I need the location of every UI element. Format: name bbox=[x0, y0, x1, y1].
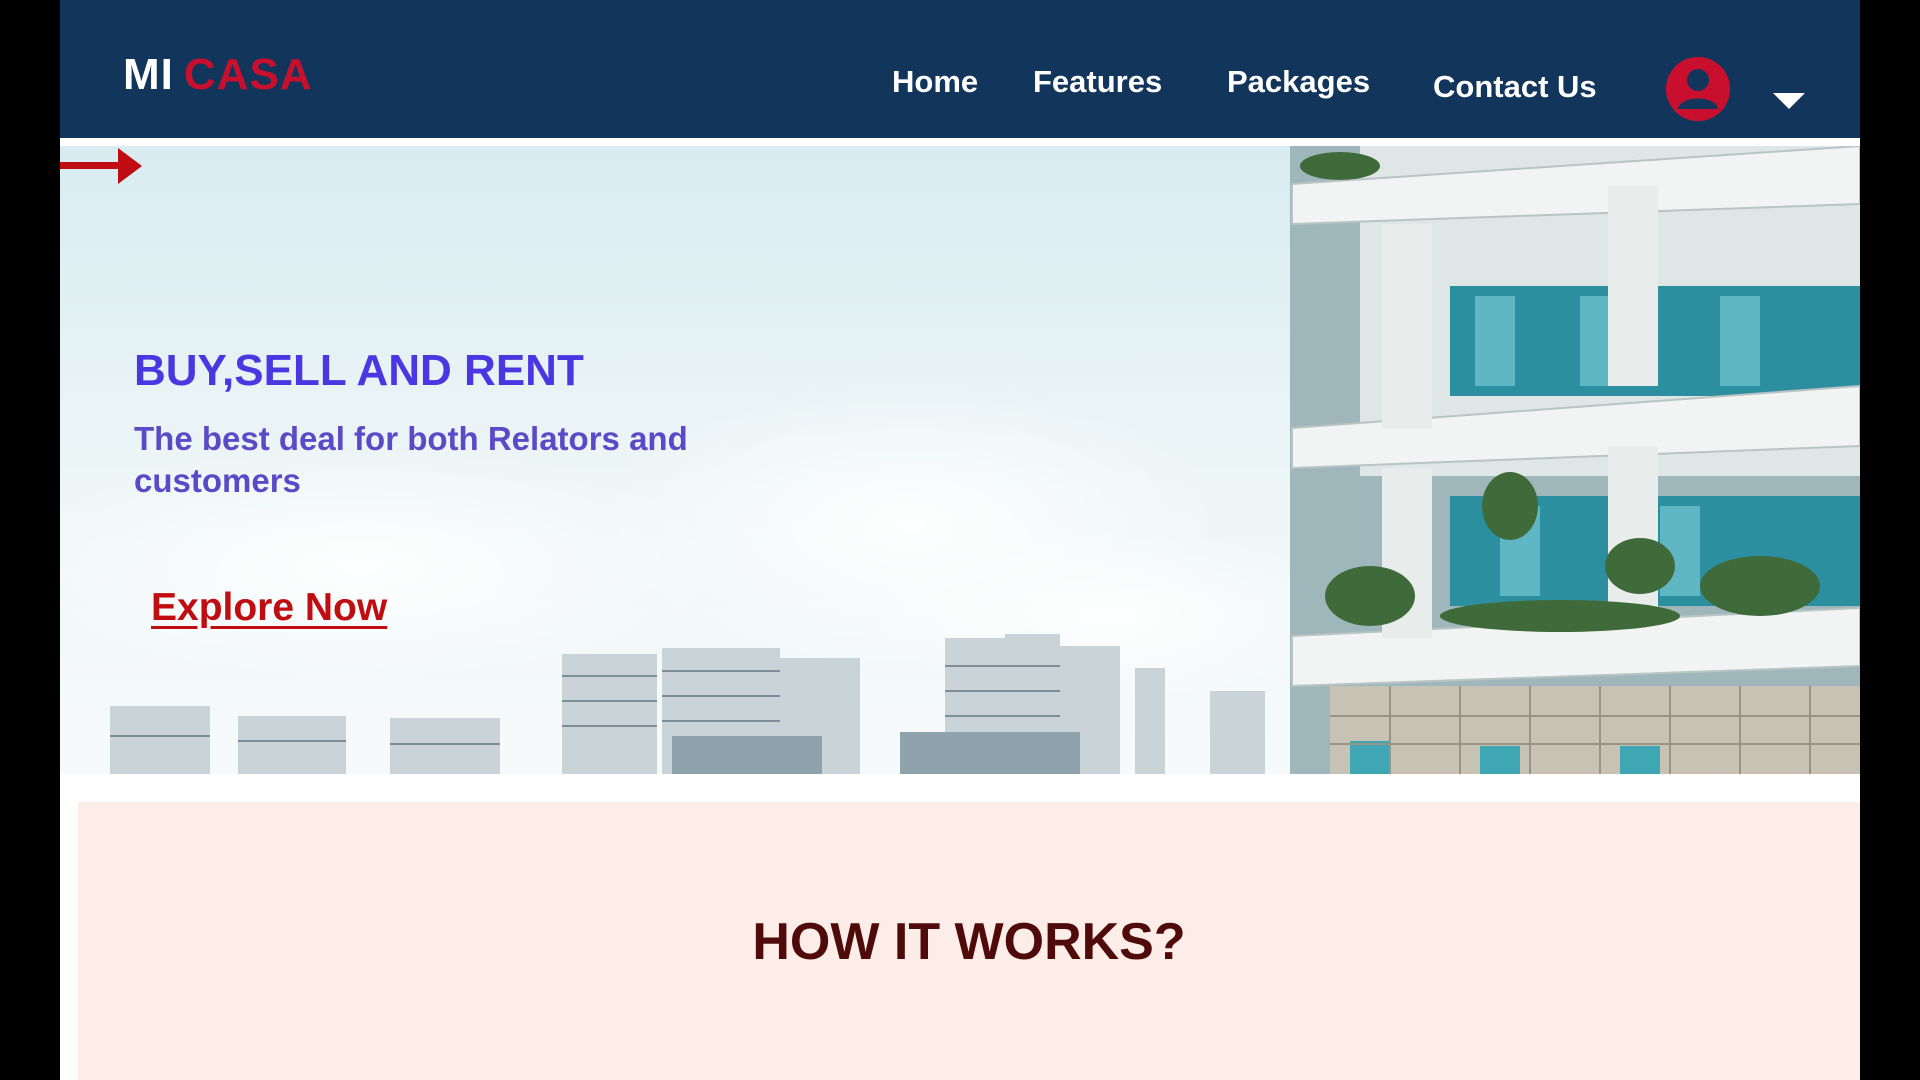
hero-banner: BUY,SELL AND RENT The best deal for both… bbox=[60, 146, 1860, 774]
arrow-right-icon[interactable] bbox=[60, 146, 144, 186]
top-navbar: MI CASA Home Features Packages Contact Us bbox=[60, 0, 1860, 138]
hero-subtitle: The best deal for both Relators and cust… bbox=[134, 420, 688, 499]
user-avatar-icon[interactable] bbox=[1666, 57, 1730, 121]
nav-home-link[interactable]: Home bbox=[892, 64, 978, 100]
brand-logo-part2: CASA bbox=[183, 50, 313, 99]
brand-logo[interactable]: MI CASA bbox=[123, 50, 313, 100]
nav-contact-link[interactable]: Contact Us bbox=[1433, 69, 1597, 105]
nav-packages-link[interactable]: Packages bbox=[1227, 64, 1370, 100]
hero-title: BUY,SELL AND RENT bbox=[134, 346, 584, 395]
chevron-down-icon[interactable] bbox=[1773, 93, 1805, 109]
how-it-works-section: HOW IT WORKS? bbox=[78, 802, 1860, 1080]
brand-logo-part1: MI bbox=[123, 50, 174, 99]
explore-now-link[interactable]: Explore Now bbox=[151, 586, 387, 630]
user-silhouette-icon bbox=[1666, 57, 1730, 121]
how-it-works-title: HOW IT WORKS? bbox=[752, 913, 1186, 971]
nav-features-link[interactable]: Features bbox=[1033, 64, 1162, 100]
page-frame: MI CASA Home Features Packages Contact Us bbox=[60, 0, 1860, 1080]
